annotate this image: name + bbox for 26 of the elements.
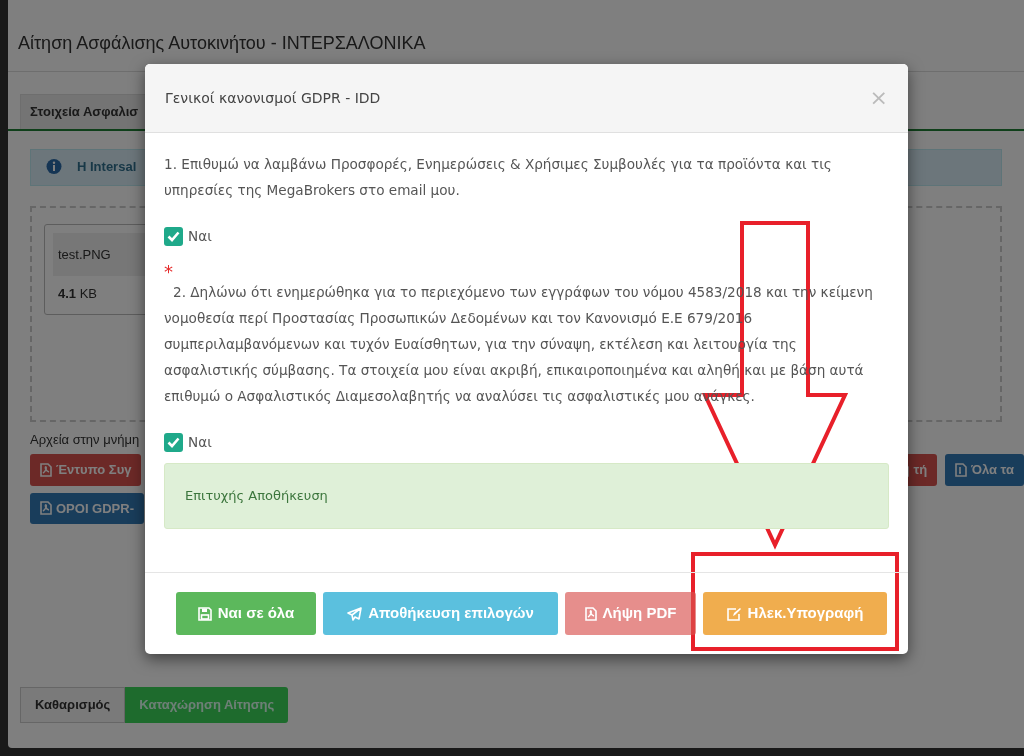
file-button[interactable]: Όλα τα [945,454,1024,486]
footer-button[interactable]: Ναι σε όλα [176,592,316,635]
pdf-file-icon [584,606,597,621]
success-alert: Επιτυχής Αποθήκευση [164,463,889,529]
required-mark: * [164,265,174,279]
consent-text: 1. Επιθυμώ να λαμβάνω Προσφορές, Ενημερώσεις & Χρήσιμες Συμβουλές για τα προϊόντα και τις υπηρεσίες της MegaBrokers στο email μου. [164,155,833,200]
checkbox[interactable] [164,432,183,452]
files-label: Αρχεία στην μνήμη [30,430,140,449]
edit-icon [726,606,742,621]
document-icon [955,462,968,477]
modal-title: Γενικοί κανονισμοί GDPR - IDD [165,88,381,108]
footer-button[interactable]: Αποθήκευση επιλογών [323,592,558,635]
pdf-file-icon [40,462,52,477]
paper-plane-icon [347,606,363,621]
file-button[interactable]: ΟΡΟΙ GDPR- [30,492,144,524]
close-button[interactable]: × [869,87,888,109]
action-button[interactable]: Καθαρισμός [20,687,126,723]
file-size: 4.1 KB [58,285,98,303]
checkbox[interactable] [164,226,183,246]
alert-text: Η Intersal [77,158,137,177]
action-button[interactable]: Καταχώρηση Αίτησης [125,687,289,723]
pdf-file-icon [40,501,52,516]
checkbox-label: Ναι [188,433,212,452]
footer-button[interactable]: Ηλεκ.Υπογραφή [703,592,887,635]
info-icon [45,158,63,176]
file-button[interactable]: Έντυπο Συγ [30,454,142,486]
